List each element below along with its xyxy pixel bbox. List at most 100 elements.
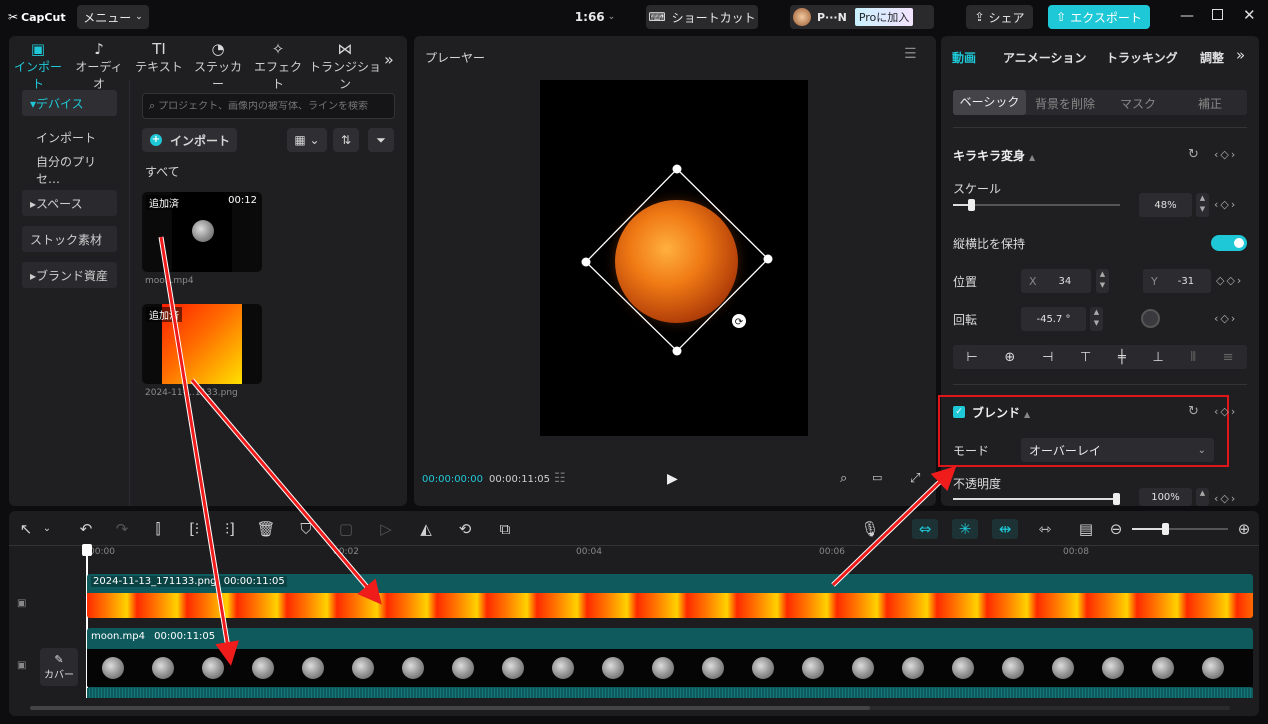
crop-icon[interactable]: ⧉: [495, 519, 515, 539]
close-button[interactable]: ✕: [1243, 6, 1256, 24]
reset-icon[interactable]: ↻: [1188, 147, 1201, 162]
collapse-icon[interactable]: ▲: [1029, 153, 1035, 162]
redo-icon[interactable]: ↷: [112, 519, 132, 539]
sidebar-item-presets[interactable]: 自分のプリセ…: [22, 155, 117, 186]
align-center-v-icon[interactable]: ╪: [1118, 350, 1126, 365]
subtab-mask[interactable]: マスク: [1103, 95, 1173, 112]
opacity-stepper[interactable]: ▲: [1196, 488, 1209, 506]
clip-png[interactable]: 2024-11-13_171133.png 00:00:11:05: [87, 574, 1253, 618]
tab-text[interactable]: TI テキスト: [130, 40, 188, 75]
caption-icon[interactable]: ▤: [1076, 519, 1096, 539]
blend-checkbox[interactable]: ✓: [953, 406, 965, 418]
align-top-icon[interactable]: ⊤: [1080, 350, 1091, 365]
import-button[interactable]: + インポート: [142, 128, 237, 152]
search-input[interactable]: [158, 100, 389, 112]
preview-axis-icon[interactable]: ⇿: [1035, 519, 1055, 539]
maximize-button[interactable]: [1212, 9, 1223, 20]
fullscreen-icon[interactable]: ⤢: [910, 471, 920, 486]
subtab-remove-bg[interactable]: 背景を削除: [1030, 95, 1100, 112]
minimize-button[interactable]: —: [1180, 8, 1194, 24]
keep-ratio-toggle[interactable]: [1211, 235, 1247, 251]
link-icon[interactable]: ⇹: [992, 519, 1018, 539]
media-thumb-png[interactable]: 追加済: [142, 304, 262, 384]
search-box[interactable]: ⌕: [142, 93, 395, 119]
play-circle-icon[interactable]: ▷: [376, 519, 396, 539]
zoom-slider[interactable]: [1132, 523, 1228, 535]
player-menu-icon[interactable]: ☰: [904, 46, 917, 62]
sort-button[interactable]: ⇅: [333, 128, 359, 152]
zoom-out-icon[interactable]: ⊖: [1106, 519, 1126, 539]
mirror-icon[interactable]: ◭: [416, 519, 436, 539]
split-right-icon[interactable]: ⫶]: [220, 519, 240, 539]
sidebar-item-space[interactable]: ▸スペース: [22, 190, 117, 216]
menu-button[interactable]: メニュー ⌄: [77, 5, 149, 29]
sidebar-item-device[interactable]: ▾デバイス: [22, 90, 117, 116]
sidebar-item-stock[interactable]: ストック素材: [22, 226, 117, 252]
scrollbar-thumb[interactable]: [30, 706, 870, 710]
rotation-stepper[interactable]: ▲ ▼: [1090, 307, 1103, 331]
sidebar-item-import[interactable]: インポート: [22, 124, 117, 150]
more-tabs-icon[interactable]: »: [1236, 46, 1245, 64]
distribute-h-icon[interactable]: ⫴: [1191, 350, 1196, 365]
position-x-stepper[interactable]: ▲ ▼: [1096, 269, 1109, 293]
position-y-field[interactable]: Y -31: [1143, 269, 1211, 293]
select-tool-icon[interactable]: ↖: [16, 519, 36, 539]
keyframe-icon[interactable]: ‹◇›: [1214, 405, 1237, 418]
keyframe-icon[interactable]: ‹◇›: [1214, 148, 1237, 161]
opacity-slider-knob[interactable]: [1113, 493, 1120, 505]
user-account[interactable]: P···N Proに加入: [790, 5, 934, 29]
rotate-icon[interactable]: ⟲: [455, 519, 475, 539]
scale-slider-knob[interactable]: [968, 199, 975, 211]
tab-tracking[interactable]: トラッキング: [1106, 49, 1178, 66]
tab-effect[interactable]: ✧ エフェクト: [249, 40, 307, 92]
cover-button[interactable]: ✎ カバー: [40, 648, 78, 686]
media-thumb-moon[interactable]: 追加済 00:12: [142, 192, 262, 272]
tab-import[interactable]: ▣ インポート: [9, 40, 67, 92]
mark-icon[interactable]: ⛉: [296, 519, 316, 539]
opacity-slider[interactable]: [953, 493, 1120, 505]
distribute-v-icon[interactable]: ≡: [1223, 350, 1234, 365]
chevron-down-icon[interactable]: ⌄: [37, 519, 57, 539]
align-center-h-icon[interactable]: ⊕: [1004, 350, 1015, 365]
aspect-ratio-selector[interactable]: 1:66 ⌄: [572, 5, 618, 29]
scale-stepper[interactable]: ▲ ▼: [1196, 193, 1209, 217]
tab-sticker[interactable]: ◔ ステッカー: [189, 40, 247, 92]
delete-icon[interactable]: 🗑: [256, 519, 276, 539]
export-button[interactable]: ⇧ エクスポート: [1048, 5, 1150, 29]
undo-icon[interactable]: ↶: [76, 519, 96, 539]
freeze-icon[interactable]: ▢: [336, 519, 356, 539]
keyframe-icon[interactable]: ‹◇›: [1214, 492, 1237, 505]
share-button[interactable]: ⇪ シェア: [966, 5, 1033, 29]
magnet-icon[interactable]: ⇔: [912, 519, 938, 539]
rotation-field[interactable]: -45.7 °: [1021, 307, 1086, 331]
reset-icon[interactable]: ↻: [1188, 404, 1201, 419]
align-bottom-icon[interactable]: ⊥: [1153, 350, 1164, 365]
sidebar-item-brand[interactable]: ▸ブランド資産: [22, 262, 117, 288]
opacity-value-field[interactable]: 100%: [1139, 488, 1192, 506]
pro-badge[interactable]: Proに加入: [854, 8, 914, 26]
tab-transition[interactable]: ⋈ トランジション: [309, 40, 381, 92]
align-right-icon[interactable]: ⊣: [1042, 350, 1053, 365]
play-button[interactable]: ▶: [667, 471, 678, 487]
subtab-basic[interactable]: ベーシック: [953, 90, 1026, 115]
view-toggle-button[interactable]: ▦ ⌄: [287, 128, 327, 152]
tab-animation[interactable]: アニメーション: [1003, 49, 1087, 66]
clip-moon[interactable]: moon.mp4 00:00:11:05: [87, 628, 1253, 688]
auto-snap-icon[interactable]: ✳: [952, 519, 978, 539]
more-tabs-icon[interactable]: »: [384, 50, 394, 69]
subtab-correction[interactable]: 補正: [1175, 95, 1245, 112]
rotation-dial-icon[interactable]: [1141, 309, 1160, 328]
aspect-ratio-icon[interactable]: ▭: [872, 471, 882, 484]
microphone-icon[interactable]: 🎙: [860, 519, 880, 539]
tab-adjust[interactable]: 調整: [1200, 49, 1224, 66]
transform-box[interactable]: ⟳: [540, 80, 808, 436]
align-left-icon[interactable]: ⊢: [966, 350, 977, 365]
position-x-field[interactable]: X 34: [1021, 269, 1091, 293]
scale-value-field[interactable]: 48%: [1139, 193, 1192, 217]
scale-slider[interactable]: [953, 199, 1120, 211]
timecode-grid-icon[interactable]: ☷: [554, 471, 566, 486]
keyframe-icon[interactable]: ◇◇›: [1216, 274, 1243, 287]
zoom-in-icon[interactable]: ⊕: [1234, 519, 1254, 539]
horizontal-scrollbar[interactable]: [30, 706, 1230, 710]
collapse-icon[interactable]: ▲: [1024, 410, 1030, 419]
